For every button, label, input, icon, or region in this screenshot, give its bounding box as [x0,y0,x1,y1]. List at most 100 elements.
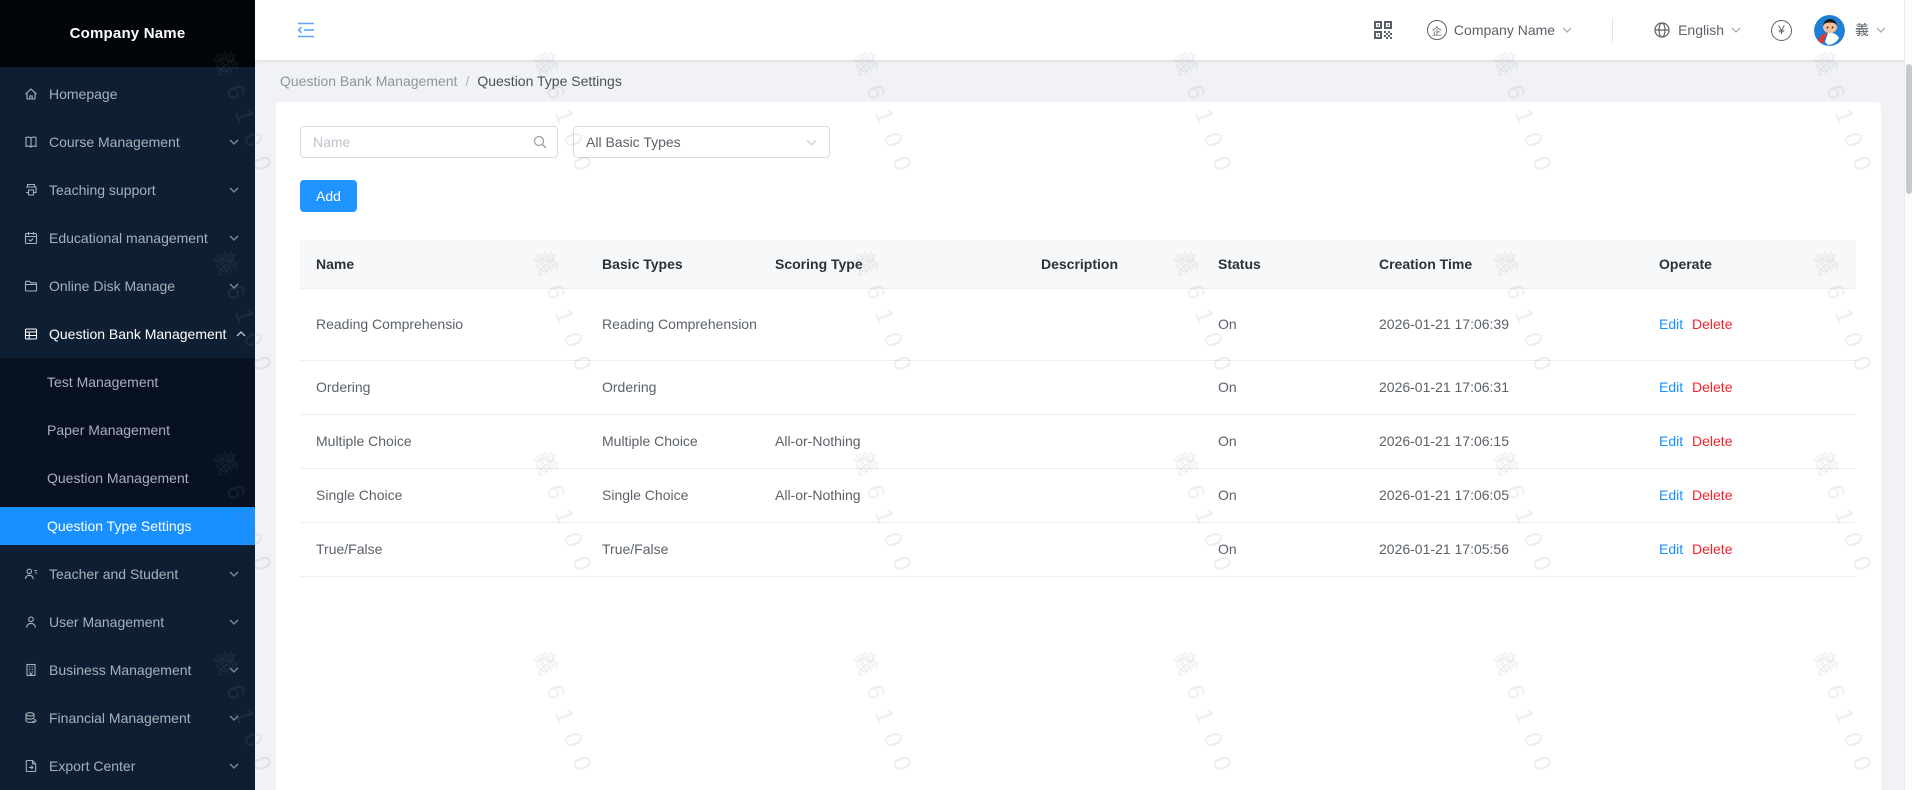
company-selector-label: Company Name [1454,22,1555,38]
sidebar-item-business-management[interactable]: Business Management [0,646,255,694]
cell-creation-time: 2026-01-21 17:05:56 [1363,522,1643,576]
chevron-down-icon [229,715,239,721]
calendar-icon [23,230,39,246]
cell-name: Reading Comprehensio [300,288,586,360]
avatar[interactable] [1814,15,1845,46]
cell-basic-types: Ordering [586,360,759,414]
question-bank-submenu: Test Management Paper Management Questio… [0,358,255,545]
cell-creation-time: 2026-01-21 17:06:15 [1363,414,1643,468]
sidebar-item-teacher-and-student[interactable]: Teacher and Student [0,550,255,598]
delete-link[interactable]: Delete [1692,541,1732,557]
sidebar-item-educational-management[interactable]: Educational management [0,214,255,262]
delete-link[interactable]: Delete [1692,379,1732,395]
cell-description [1025,522,1202,576]
edit-link[interactable]: Edit [1659,316,1683,332]
cell-scoring-type [759,522,1025,576]
cell-basic-types: Multiple Choice [586,414,759,468]
cell-status: On [1202,288,1363,360]
cell-scoring-type [759,288,1025,360]
chevron-down-icon [229,619,239,625]
basic-types-select-value: All Basic Types [586,134,681,150]
folder-icon [23,278,39,294]
username-label: 義 [1855,20,1869,40]
col-header-operate: Operate [1643,240,1856,288]
sidebar-item-homepage[interactable]: Homepage [0,70,255,118]
name-search-field [300,126,558,158]
export-file-icon [23,758,39,774]
cell-description [1025,360,1202,414]
cell-creation-time: 2026-01-21 17:06:39 [1363,288,1643,360]
col-header-status: Status [1202,240,1363,288]
sidebar-item-label: Online Disk Manage [49,278,219,294]
edit-link[interactable]: Edit [1659,541,1683,557]
sidebar-item-teaching-support[interactable]: Teaching support [0,166,255,214]
home-icon [23,86,39,102]
sidebar-item-label: Question Type Settings [47,518,192,534]
breadcrumb-parent[interactable]: Question Bank Management [280,73,457,89]
delete-link[interactable]: Delete [1692,433,1732,449]
cell-basic-types: Reading Comprehension [586,288,759,360]
sidebar-item-course-management[interactable]: Course Management [0,118,255,166]
table-row: Ordering Ordering On 2026-01-21 17:06:31… [300,360,1856,414]
edit-link[interactable]: Edit [1659,379,1683,395]
user-menu[interactable]: 義 [1855,20,1886,40]
cell-name: Multiple Choice [300,414,586,468]
sidebar-item-test-management[interactable]: Test Management [0,358,255,406]
col-header-name: Name [300,240,586,288]
name-search-input[interactable] [300,126,558,158]
sidebar-item-online-disk-manage[interactable]: Online Disk Manage [0,262,255,310]
breadcrumb: Question Bank Management / Question Type… [255,60,1912,102]
sidebar-item-export-center[interactable]: Export Center [0,742,255,790]
edit-link[interactable]: Edit [1659,433,1683,449]
basic-types-select[interactable]: All Basic Types [573,126,830,158]
chevron-down-icon [229,283,239,289]
edit-link[interactable]: Edit [1659,487,1683,503]
sidebar-item-paper-management[interactable]: Paper Management [0,406,255,454]
vertical-scrollbar [1904,0,1912,790]
col-header-creation-time: Creation Time [1363,240,1643,288]
language-selector[interactable]: English [1653,21,1741,39]
sidebar-item-user-management[interactable]: User Management [0,598,255,646]
qr-code-icon[interactable] [1371,18,1395,42]
table-header-row: Name Basic Types Scoring Type Descriptio… [300,240,1856,288]
cell-description [1025,468,1202,522]
question-types-table: Name Basic Types Scoring Type Descriptio… [300,240,1856,577]
sidebar-item-label: Homepage [49,86,239,102]
sidebar-item-label: Paper Management [47,422,170,438]
chevron-down-icon [229,235,239,241]
delete-link[interactable]: Delete [1692,316,1732,332]
chevron-down-icon [229,139,239,145]
sidebar-collapse-icon[interactable] [296,21,316,39]
sidebar-menu: Homepage Course Management Teaching supp… [0,67,255,790]
building-icon [23,662,39,678]
table-row: Multiple Choice Multiple Choice All-or-N… [300,414,1856,468]
sidebar-item-question-type-settings[interactable]: Question Type Settings [0,507,255,545]
cell-operate: Edit Delete [1643,414,1856,468]
add-button[interactable]: Add [300,180,357,212]
cell-status: On [1202,360,1363,414]
sidebar-item-label: Educational management [49,230,219,246]
user-icon [23,614,39,630]
sidebar-item-financial-management[interactable]: Financial Management [0,694,255,742]
sidebar-item-question-management[interactable]: Question Management [0,454,255,502]
chevron-down-icon [1562,27,1572,33]
table-row: True/False True/False On 2026-01-21 17:0… [300,522,1856,576]
sidebar-item-question-bank-management[interactable]: Question Bank Management [0,310,255,358]
cell-creation-time: 2026-01-21 17:06:05 [1363,468,1643,522]
search-icon [532,134,548,150]
sidebar-item-label: Test Management [47,374,158,390]
col-header-scoring-type: Scoring Type [759,240,1025,288]
header-divider [1612,18,1613,42]
company-selector[interactable]: 企 Company Name [1427,20,1572,40]
sidebar-item-label: Export Center [49,758,219,774]
scrollbar-thumb[interactable] [1906,64,1912,194]
table-row: Reading Comprehensio Reading Comprehensi… [300,288,1856,360]
cell-name: Single Choice [300,468,586,522]
delete-link[interactable]: Delete [1692,487,1732,503]
col-header-basic-types: Basic Types [586,240,759,288]
cell-operate: Edit Delete [1643,360,1856,414]
cell-status: On [1202,414,1363,468]
sidebar-item-label: User Management [49,614,219,630]
currency-icon[interactable]: ¥ [1771,20,1792,41]
cell-name: Ordering [300,360,586,414]
